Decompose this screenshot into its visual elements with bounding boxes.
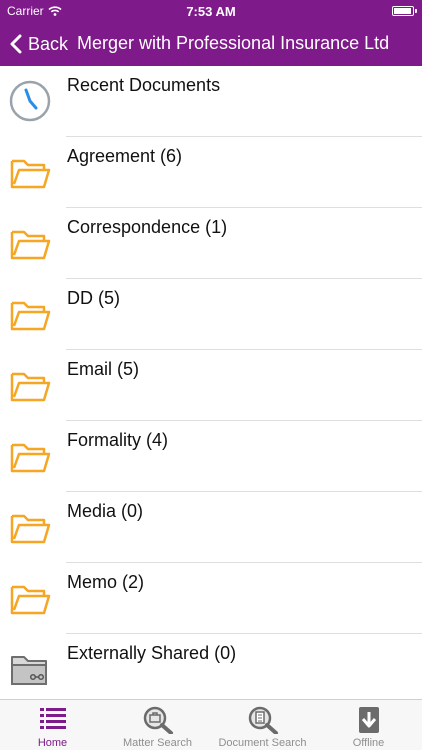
folder-icon (10, 585, 51, 615)
back-button[interactable]: Back (10, 30, 68, 58)
folder-icon (10, 159, 51, 189)
tab-home[interactable]: Home (0, 700, 105, 750)
list-item-label: Media (0) (67, 501, 144, 521)
list-item-memo[interactable]: Memo (2) (0, 563, 422, 634)
list-item-externally-shared[interactable]: Externally Shared (0) (0, 634, 422, 699)
list-item-label: DD (5) (67, 288, 120, 308)
list-item-label: Externally Shared (0) (67, 643, 237, 663)
list-item-label: Correspondence (1) (67, 217, 228, 237)
list-item-label: Agreement (6) (67, 146, 183, 166)
list-item-label: Formality (4) (67, 430, 169, 450)
app-header: Carrier 7:53 AM Back Merger with Profess… (0, 0, 422, 66)
folder-icon (10, 301, 51, 331)
list-item-correspondence[interactable]: Correspondence (1) (0, 208, 422, 279)
list-item-label: Memo (2) (67, 572, 145, 592)
back-label: Back (28, 33, 69, 54)
status-bar: Carrier 7:53 AM (0, 0, 422, 22)
tab-label: Document Search (218, 737, 307, 749)
tab-document-search[interactable]: Document Search (210, 700, 315, 750)
list-icon (39, 708, 66, 729)
matter-search-icon (143, 706, 173, 734)
list-item-email[interactable]: Email (5) (0, 350, 422, 421)
list-item-formality[interactable]: Formality (4) (0, 421, 422, 492)
list-item-recent-documents[interactable]: Recent Documents (0, 66, 422, 137)
battery-icon (392, 6, 417, 16)
navigation-bar: Back Merger with Professional Insurance … (0, 22, 422, 66)
document-search-icon (248, 706, 278, 734)
list-item-media[interactable]: Media (0) (0, 492, 422, 563)
status-time: 7:53 AM (186, 4, 236, 19)
clock-icon (9, 80, 51, 122)
chevron-left-icon (10, 34, 22, 54)
list-item-dd[interactable]: DD (5) (0, 279, 422, 350)
folder-icon (10, 230, 51, 260)
download-icon (358, 707, 379, 733)
shared-folder-icon (11, 656, 47, 685)
list-item-agreement[interactable]: Agreement (6) (0, 137, 422, 208)
folder-icon (10, 372, 51, 402)
folder-icon (10, 514, 51, 544)
folder-icon (10, 443, 51, 473)
tab-matter-search[interactable]: Matter Search (105, 700, 210, 750)
tab-bar: Home Matter Search Document Search Offli… (0, 699, 422, 750)
list-item-label: Email (5) (67, 359, 140, 379)
tab-label: Matter Search (122, 737, 193, 749)
list-item-label: Recent Documents (67, 75, 221, 95)
tab-offline[interactable]: Offline (315, 700, 422, 750)
page-title: Merger with Professional Insurance Ltd (77, 33, 390, 53)
folder-list: Recent Documents Agreement (6) Correspon… (0, 66, 422, 699)
tab-label: Offline (352, 737, 385, 749)
tab-label: Home (37, 737, 68, 749)
